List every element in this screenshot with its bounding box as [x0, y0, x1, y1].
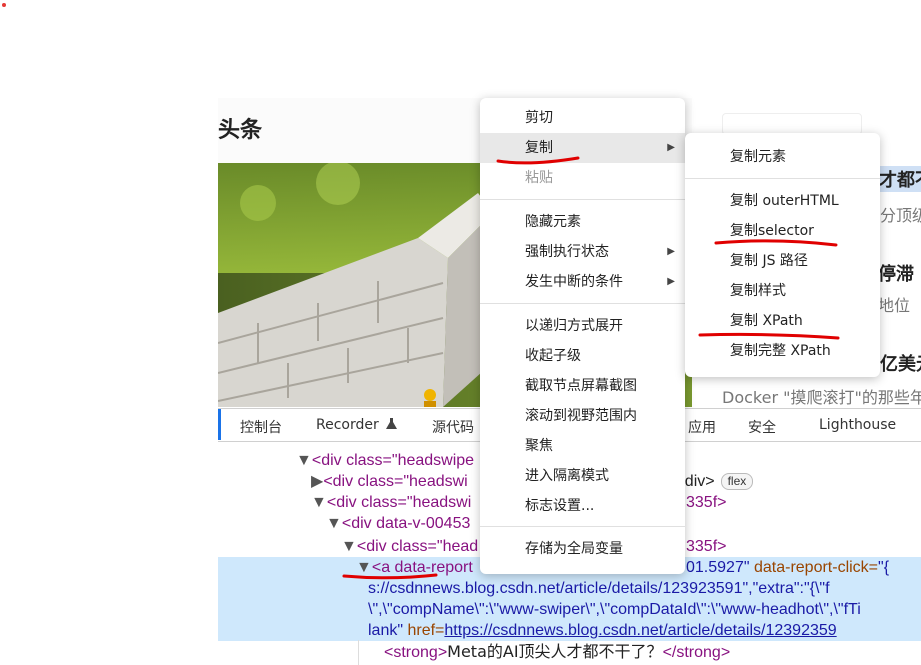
menu-separator	[480, 199, 685, 200]
submenu-item-copy-selector[interactable]: 复制selector	[685, 216, 880, 246]
dom-node-tail: 335f>	[686, 538, 727, 555]
menu-item-force-state-label: 强制执行状态	[525, 244, 609, 260]
tab-recorder-label: Recorder	[316, 417, 379, 433]
menu-item-isolation-mode[interactable]: 进入隔离模式	[480, 461, 685, 491]
submenu-item-copy-element[interactable]: 复制元素	[685, 142, 880, 172]
menu-item-cut[interactable]: 剪切	[480, 103, 685, 133]
tab-console[interactable]: 控制台	[240, 417, 282, 437]
dom-attr-line: 01.5927" data-report-click="{	[686, 557, 889, 578]
triangle-down-icon[interactable]: ▼	[326, 515, 342, 532]
attr-value: "{	[878, 559, 890, 576]
submenu-item-copy-full-xpath[interactable]: 复制完整 XPath	[685, 336, 880, 366]
dom-node[interactable]: ▼<div class="headswipe	[296, 450, 474, 471]
dom-tag: <strong>	[384, 644, 448, 661]
href-link[interactable]: https://csdnnews.blog.csdn.net/article/d…	[444, 622, 836, 639]
dom-tag: <div class="headswi	[323, 473, 468, 490]
menu-item-collapse-children[interactable]: 收起子级	[480, 341, 685, 371]
tab-security[interactable]: 安全	[748, 417, 776, 437]
attr-value: 01.5927"	[686, 559, 750, 576]
news-headline[interactable]: 停滞	[878, 260, 914, 286]
menu-item-capture-node-screenshot[interactable]: 截取节点屏幕截图	[480, 371, 685, 401]
dom-tag: </strong>	[662, 644, 731, 661]
dom-node[interactable]: ▼<div class="headswi	[311, 492, 471, 513]
dom-tag: <div class="head	[356, 538, 479, 555]
menu-item-expand-recursively[interactable]: 以递归方式展开	[480, 311, 685, 341]
menu-item-focus[interactable]: 聚焦	[480, 431, 685, 461]
chevron-right-icon: ▶	[667, 246, 675, 257]
menu-separator	[480, 526, 685, 527]
active-tab-indicator	[218, 409, 221, 440]
dom-text: Meta的AI顶尖人才都不干了？	[447, 642, 663, 661]
triangle-down-icon[interactable]: ▼	[296, 452, 312, 469]
attr-name: href=	[407, 622, 445, 639]
menu-item-scroll-into-view[interactable]: 滚动到视野范围内	[480, 401, 685, 431]
tab-application[interactable]: 应用	[688, 417, 716, 437]
dom-node-tail: 335f>	[686, 494, 727, 511]
tab-recorder[interactable]: Recorder	[316, 417, 398, 433]
triangle-down-icon[interactable]: ▼	[341, 538, 357, 555]
submenu-item-copy-styles[interactable]: 复制样式	[685, 276, 880, 306]
menu-item-store-global-variable[interactable]: 存储为全局变量	[480, 534, 685, 564]
dom-node[interactable]: ▼<div class="head	[341, 536, 478, 557]
tab-sources[interactable]: 源代码	[432, 417, 474, 437]
news-summary: 地位	[878, 296, 911, 315]
news-summary: 分顶级	[880, 206, 921, 225]
menu-item-break-on-label: 发生中断的条件	[525, 274, 623, 290]
chevron-right-icon: ▶	[667, 276, 675, 287]
dom-tag: <div class="headswi	[326, 494, 472, 511]
menu-item-copy[interactable]: 复制 ▶	[480, 133, 685, 163]
menu-item-hide-element[interactable]: 隐藏元素	[480, 207, 685, 237]
dom-tag: <div data-v-00453	[341, 515, 471, 532]
page-title: 头条	[218, 118, 263, 143]
dom-attr-value-line: \",\"compName\":\"www-swiper\",\"compDat…	[368, 601, 861, 618]
flask-icon	[386, 418, 398, 429]
tab-lighthouse[interactable]: Lighthouse	[819, 417, 896, 433]
menu-item-paste: 粘贴	[525, 170, 553, 186]
menu-item-force-state[interactable]: 强制执行状态 ▶	[480, 237, 685, 267]
dom-node[interactable]: ▶<div class="headswi	[311, 471, 468, 492]
submenu-item-copy-outerhtml[interactable]: 复制 outerHTML	[685, 186, 880, 216]
triangle-right-icon[interactable]: ▶	[311, 473, 323, 490]
news-summary: Docker "摸爬滚打"的那些年	[722, 388, 921, 407]
copy-submenu: 复制元素 复制 outerHTML 复制selector 复制 JS 路径 复制…	[685, 133, 880, 377]
dom-attr-value-line: s://csdnnews.blog.csdn.net/article/detai…	[368, 580, 830, 597]
dom-node[interactable]: <strong>Meta的AI顶尖人才都不干了？</strong>	[384, 641, 730, 662]
dom-node-selected[interactable]: ▼<a data-report	[356, 557, 473, 578]
news-headline[interactable]: 亿美元	[880, 350, 921, 376]
news-tag	[722, 113, 862, 135]
attr-value: lank"	[368, 622, 404, 639]
chevron-right-icon: ▶	[667, 142, 675, 153]
menu-separator	[480, 303, 685, 304]
triangle-down-icon[interactable]: ▼	[311, 494, 327, 511]
submenu-item-copy-js-path[interactable]: 复制 JS 路径	[685, 246, 880, 276]
indent-guide	[358, 640, 359, 665]
menu-item-copy-label: 复制	[525, 140, 553, 156]
menu-item-break-on[interactable]: 发生中断的条件 ▶	[480, 267, 685, 297]
attr-name: data-report-click=	[753, 559, 879, 576]
flex-badge[interactable]: flex	[720, 473, 754, 491]
dom-node[interactable]: ▼<div data-v-00453	[326, 513, 470, 534]
dom-tag: <a data-report	[371, 559, 473, 576]
news-headline[interactable]: 才都不	[875, 166, 921, 192]
dom-attr-line: lank" href=https://csdnnews.blog.csdn.ne…	[368, 620, 837, 641]
red-dot-marker	[2, 3, 6, 7]
menu-item-badge-settings[interactable]: 标志设置...	[480, 491, 685, 521]
context-menu: 剪切 复制 ▶ 粘贴 隐藏元素 强制执行状态 ▶ 发生中断的条件 ▶ 以递归方式…	[480, 98, 685, 574]
submenu-separator	[685, 178, 880, 179]
submenu-item-copy-xpath[interactable]: 复制 XPath	[685, 306, 880, 336]
dom-tag: <div class="headswipe	[311, 452, 475, 469]
triangle-down-icon[interactable]: ▼	[356, 559, 372, 576]
